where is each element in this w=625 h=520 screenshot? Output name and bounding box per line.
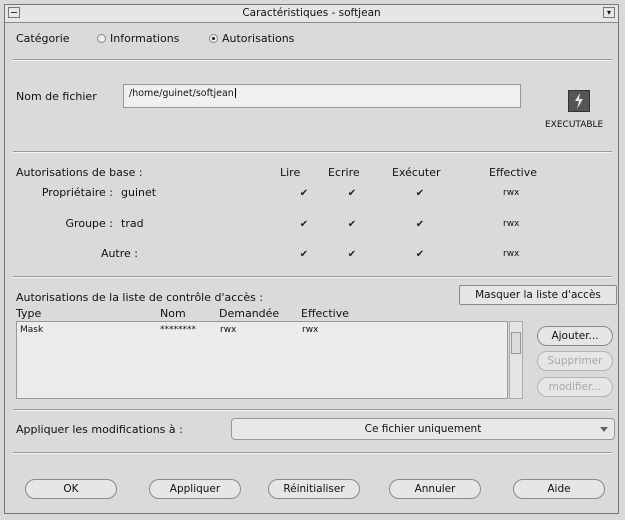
apply-to-label: Appliquer les modifications à : <box>16 423 183 436</box>
acl-header-type: Type <box>16 307 42 320</box>
group-effective: rwx <box>503 219 520 229</box>
other-effective: rwx <box>503 249 520 259</box>
category-option-autorisations-label: Autorisations <box>222 32 295 45</box>
other-read-checkbox[interactable]: ✔ <box>299 250 309 260</box>
owner-write-checkbox[interactable]: ✔ <box>347 189 357 199</box>
apply-button[interactable]: Appliquer <box>149 479 241 499</box>
owner-name: guinet <box>121 186 157 199</box>
acl-title: Autorisations de la liste de contrôle d'… <box>16 291 264 304</box>
acl-scrollbar[interactable] <box>509 321 523 399</box>
group-write-checkbox[interactable]: ✔ <box>347 220 357 230</box>
text-cursor <box>234 88 236 98</box>
col-read-header: Lire <box>280 166 301 179</box>
properties-window: Caractéristiques - softjean ▾ Catégorie … <box>4 4 619 514</box>
scrollbar-thumb[interactable] <box>511 332 521 354</box>
owner-read-checkbox[interactable]: ✔ <box>299 189 309 199</box>
col-exec-header: Exécuter <box>392 166 441 179</box>
owner-effective: rwx <box>503 188 520 198</box>
col-write-header: Ecrire <box>328 166 360 179</box>
group-read-checkbox[interactable]: ✔ <box>299 220 309 230</box>
divider <box>13 276 612 278</box>
acl-list[interactable]: Mask ******** rwx rwx <box>16 321 508 399</box>
other-exec-checkbox[interactable]: ✔ <box>415 250 425 260</box>
modify-acl-button[interactable]: modifier... <box>537 377 613 397</box>
cancel-button[interactable]: Annuler <box>389 479 481 499</box>
chevron-down-icon <box>600 427 608 432</box>
filename-value: /home/guinet/softjean <box>129 88 234 99</box>
owner-exec-checkbox[interactable]: ✔ <box>415 189 425 199</box>
window-close-icon[interactable]: ▾ <box>603 7 615 18</box>
category-label: Catégorie <box>16 32 70 45</box>
category-option-autorisations[interactable]: Autorisations <box>209 32 294 45</box>
category-option-informations-label: Informations <box>110 32 180 45</box>
col-effective-header: Effective <box>489 166 537 179</box>
window-title: Caractéristiques - softjean <box>242 7 381 19</box>
radio-informations-icon[interactable] <box>97 34 106 43</box>
divider <box>13 452 612 454</box>
divider <box>13 409 612 411</box>
filename-label: Nom de fichier <box>16 90 97 103</box>
acl-row-requested[interactable]: rwx <box>220 325 236 335</box>
executable-icon <box>568 90 590 112</box>
file-type-label: EXECUTABLE <box>545 120 604 130</box>
basic-perms-title: Autorisations de base : <box>16 166 143 179</box>
delete-acl-button[interactable]: Supprimer <box>537 351 613 371</box>
acl-header-name: Nom <box>160 307 186 320</box>
apply-to-select[interactable]: Ce fichier uniquement <box>231 418 615 440</box>
add-acl-button[interactable]: Ajouter... <box>537 326 613 346</box>
help-button[interactable]: Aide <box>513 479 605 499</box>
apply-to-value: Ce fichier uniquement <box>364 423 482 435</box>
acl-row-effective[interactable]: rwx <box>302 325 318 335</box>
acl-header-requested: Demandée <box>219 307 280 320</box>
acl-header-effective: Effective <box>301 307 349 320</box>
group-name: trad <box>121 217 144 230</box>
divider <box>13 151 612 153</box>
ok-button[interactable]: OK <box>25 479 117 499</box>
hide-acl-button[interactable]: Masquer la liste d'accès <box>459 285 617 305</box>
group-exec-checkbox[interactable]: ✔ <box>415 220 425 230</box>
acl-row-type[interactable]: Mask <box>20 325 43 335</box>
other-write-checkbox[interactable]: ✔ <box>347 250 357 260</box>
filename-input[interactable]: /home/guinet/softjean <box>123 84 521 108</box>
other-label: Autre : <box>100 247 138 260</box>
group-label: Groupe : <box>65 217 113 230</box>
acl-row-name[interactable]: ******** <box>160 325 196 335</box>
divider <box>13 59 612 61</box>
category-option-informations[interactable]: Informations <box>97 32 179 45</box>
title-bar[interactable]: Caractéristiques - softjean ▾ <box>5 5 618 23</box>
reset-button[interactable]: Réinitialiser <box>268 479 360 499</box>
owner-label: Propriétaire : <box>41 186 113 199</box>
radio-autorisations-icon[interactable] <box>209 34 218 43</box>
